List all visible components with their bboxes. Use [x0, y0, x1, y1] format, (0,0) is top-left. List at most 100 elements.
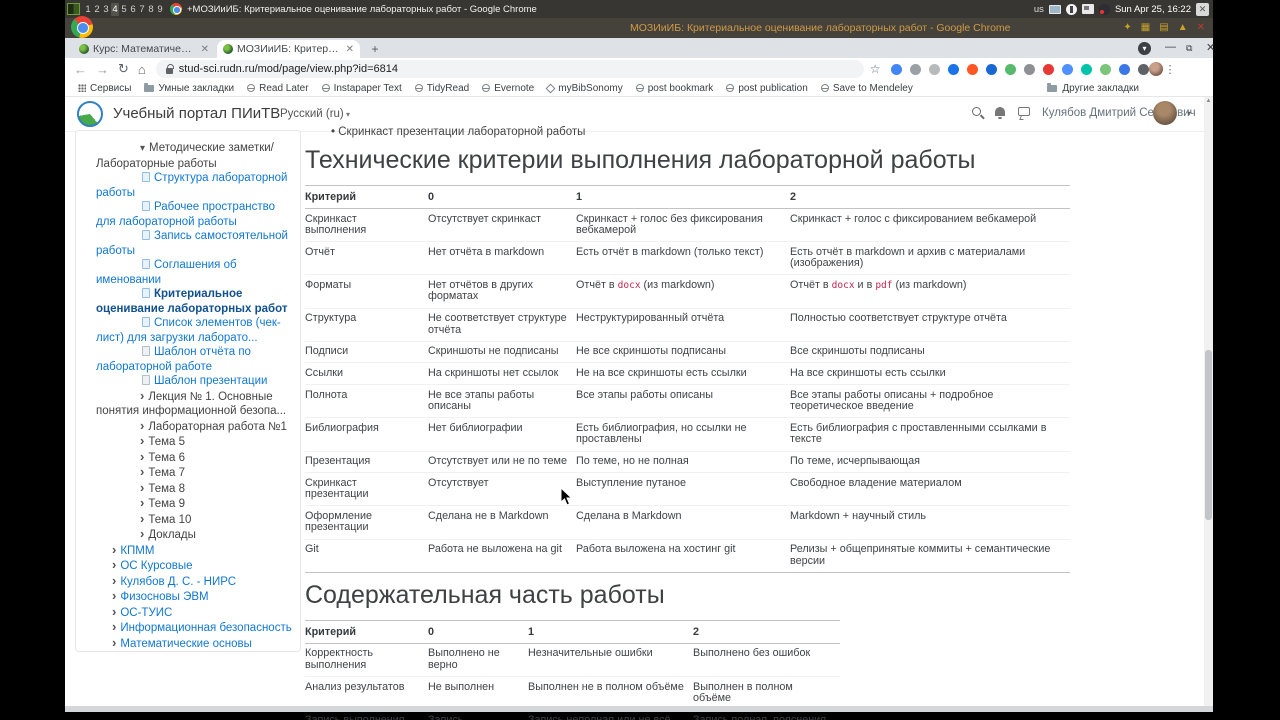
keyboard-layout-indicator[interactable]: us	[1034, 4, 1044, 15]
taskbar-window-title[interactable]: +МОЗИиИБ: Критериальное оценивание лабор…	[187, 4, 537, 15]
extension-icon[interactable]	[1042, 63, 1054, 75]
new-tab-button[interactable]: +	[368, 42, 382, 56]
sidebar-item[interactable]: Информационная безопасность	[84, 620, 292, 636]
other-bookmarks[interactable]: Другие закладки	[1047, 82, 1139, 94]
sidebar-item[interactable]: Физосновы ЭВМ	[84, 589, 292, 605]
bookmark-item[interactable]: TidyRead	[414, 83, 469, 94]
search-icon[interactable]	[972, 107, 981, 116]
sidebar-item[interactable]: Список элементов (чек-лист) для загрузки…	[84, 316, 292, 345]
scrollbar-up-arrow[interactable]: ▲	[1204, 98, 1213, 104]
extension-icon[interactable]	[1099, 63, 1111, 75]
sidebar-item[interactable]: Тема 10	[84, 512, 292, 528]
messages-icon[interactable]	[1018, 107, 1030, 116]
bookmark-star-icon[interactable]: ☆	[870, 62, 881, 76]
browser-minimize-button[interactable]: —	[1165, 41, 1176, 53]
sidebar-item[interactable]: Шаблон отчёта по лабораторной работе	[84, 345, 292, 374]
bookmark-item[interactable]: Evernote	[482, 83, 534, 94]
tab-close-icon[interactable]: ✕	[201, 44, 209, 55]
workspace-number[interactable]: 7	[138, 3, 146, 16]
tab-search-button[interactable]: ▾	[1138, 42, 1151, 55]
portal-logo[interactable]	[77, 101, 103, 127]
scrollbar-thumb[interactable]	[1205, 350, 1212, 520]
bookmark-item[interactable]: Instapaper Text	[321, 83, 402, 94]
tab-close-icon[interactable]: ✕	[346, 44, 354, 55]
extension-icon[interactable]	[1061, 63, 1073, 75]
sidebar-item[interactable]: Лабораторная работа №1	[84, 419, 292, 435]
https-lock-icon[interactable]	[165, 63, 174, 74]
sidebar-item[interactable]: Запись самостоятельной работы	[84, 229, 292, 258]
extension-icon[interactable]	[985, 63, 997, 75]
tray-screenshare-icon[interactable]	[1081, 4, 1094, 14]
extension-icon[interactable]	[947, 63, 959, 75]
portal-title[interactable]: Учебный портал ПИиТВ	[113, 105, 280, 122]
sidebar-item[interactable]: КПММ	[84, 543, 292, 559]
sidebar-item[interactable]: Тема 6	[84, 450, 292, 466]
sidebar-item[interactable]: Тема 5	[84, 434, 292, 450]
workspace-number[interactable]: 2	[93, 3, 101, 16]
tray-display-icon[interactable]	[1048, 4, 1061, 14]
taskbar-close-icon[interactable]: ✕	[1196, 2, 1209, 16]
sidebar-item[interactable]: Шаблон презентации	[84, 374, 292, 389]
sidebar-item[interactable]: Математические основы защиты информации	[84, 636, 292, 652]
extension-icon[interactable]	[890, 63, 902, 75]
wm-minimize-icon[interactable]: ▲	[1178, 21, 1188, 34]
extension-icon[interactable]	[928, 63, 940, 75]
url-text[interactable]: stud-sci.rudn.ru/mod/page/view.php?id=68…	[179, 63, 398, 75]
wm-close-icon[interactable]: ✕	[1197, 21, 1205, 34]
sidebar-item[interactable]: Соглашения об именовании	[84, 258, 292, 287]
sidebar-item[interactable]: Критериальное оценивание лабораторных ра…	[84, 287, 292, 316]
sidebar-item[interactable]: Кулябов Д. С. - НИРС	[84, 574, 292, 590]
user-menu-caret-icon[interactable]: ▾	[1187, 109, 1191, 118]
workspace-number[interactable]: 6	[129, 3, 137, 16]
forward-button[interactable]: →	[96, 62, 109, 77]
bookmark-item[interactable]: myBibSonomy	[545, 83, 623, 94]
workspace-number[interactable]: 1	[84, 3, 92, 16]
bookmark-item[interactable]: Save to Mendeley	[820, 83, 913, 94]
extension-icon[interactable]	[1004, 63, 1016, 75]
browser-close-button[interactable]: ✕	[1206, 41, 1215, 54]
sidebar-item[interactable]: Методические заметки/ Лабораторные работ…	[84, 141, 292, 171]
chrome-menu-icon[interactable]: ⋮	[1165, 63, 1176, 76]
wm-shade-icon[interactable]: ▦	[1141, 21, 1150, 34]
sidebar-item[interactable]: Тема 9	[84, 496, 292, 512]
scrollbar[interactable]: ▲	[1204, 97, 1213, 706]
workspace-pager[interactable]	[67, 3, 80, 15]
extension-icon[interactable]	[1137, 63, 1149, 75]
bookmark-item[interactable]: Сервисы	[78, 83, 131, 94]
extension-icon[interactable]	[909, 63, 921, 75]
extension-icon[interactable]	[1118, 63, 1130, 75]
tab-course-math[interactable]: Курс: Математические основы ✕	[73, 40, 215, 58]
extension-icon[interactable]	[1080, 63, 1092, 75]
wm-menu-icon[interactable]: ✦	[1123, 21, 1131, 34]
reload-button[interactable]: ↻	[118, 61, 129, 77]
back-button[interactable]: ←	[74, 62, 87, 77]
tray-obs-icon[interactable]	[1098, 3, 1110, 15]
wm-maximize-icon[interactable]: ▤	[1159, 21, 1168, 34]
address-bar[interactable]: stud-sci.rudn.ru/mod/page/view.php?id=68…	[155, 60, 864, 78]
sidebar-item[interactable]: Тема 8	[84, 481, 292, 497]
sidebar-item[interactable]: Структура лабораторной работы	[84, 171, 292, 200]
sidebar-item[interactable]: Рабочее пространство для лабораторной ра…	[84, 200, 292, 229]
chrome-icon[interactable]	[170, 3, 182, 15]
workspace-number[interactable]: 9	[156, 3, 164, 16]
sidebar-item[interactable]: Тема 7	[84, 465, 292, 481]
browser-restore-button[interactable]: ⧉	[1186, 43, 1192, 54]
tab-moziib-active[interactable]: МОЗИиИБ: Критериальное оц ✕	[217, 40, 360, 58]
bookmark-item[interactable]: Умные закладки	[144, 82, 234, 94]
workspace-number[interactable]: 3	[102, 3, 110, 16]
sidebar-item[interactable]: ОС-ТУИС	[84, 605, 292, 621]
home-button[interactable]: ⌂	[138, 62, 146, 77]
language-selector[interactable]: Русский (ru)	[280, 108, 350, 120]
tray-keepass-icon[interactable]	[1065, 3, 1077, 15]
workspace-number[interactable]: 5	[120, 3, 128, 16]
profile-avatar[interactable]	[1148, 62, 1163, 76]
sidebar-item[interactable]: Доклады	[84, 527, 292, 543]
extension-icon[interactable]	[966, 63, 978, 75]
extension-icon[interactable]	[1023, 63, 1035, 75]
chrome-window-icon[interactable]	[71, 16, 93, 38]
bookmark-item[interactable]: Read Later	[247, 83, 309, 94]
workspace-number[interactable]: 8	[147, 3, 155, 16]
bookmark-item[interactable]: post bookmark	[635, 83, 713, 94]
notifications-bell-icon[interactable]	[995, 107, 1005, 119]
sidebar-item[interactable]: Лекция № 1. Основные понятия информацион…	[84, 389, 292, 419]
